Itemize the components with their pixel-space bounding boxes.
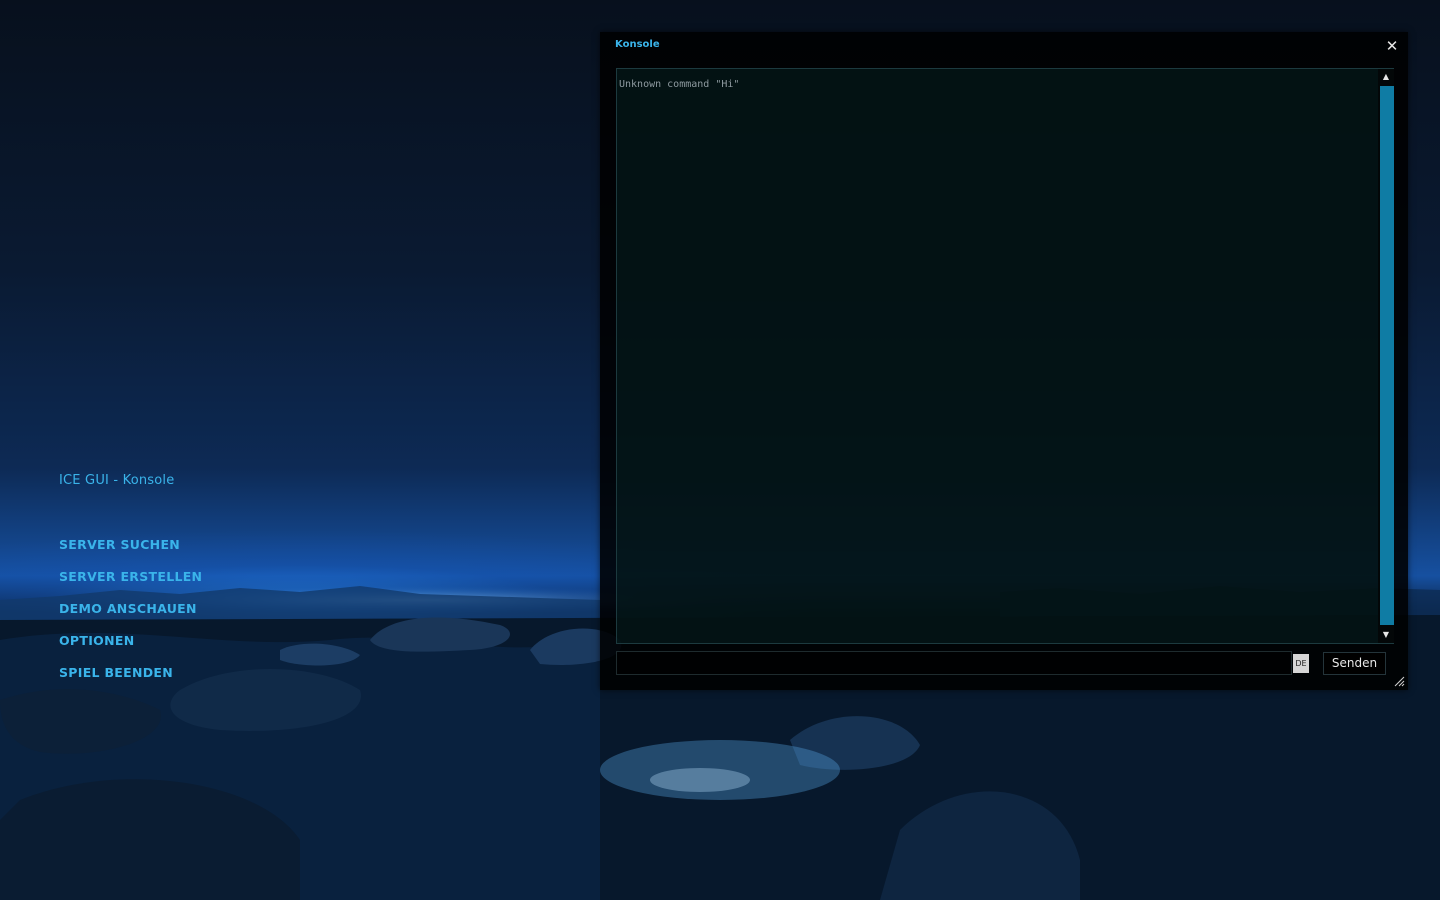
console-window: Konsole ✕ Unknown command "Hi" ▲ ▼ DE Se… <box>600 32 1408 690</box>
send-button[interactable]: Senden <box>1323 652 1386 675</box>
main-menu: SERVER SUCHEN SERVER ERSTELLEN DEMO ANSC… <box>59 537 202 697</box>
scrollbar-thumb[interactable] <box>1380 86 1394 625</box>
language-badge: DE <box>1293 654 1309 673</box>
menu-item-server-erstellen[interactable]: SERVER ERSTELLEN <box>59 569 202 601</box>
scroll-down-arrow-icon[interactable]: ▼ <box>1378 627 1394 643</box>
resize-grip-icon[interactable] <box>1394 676 1405 687</box>
menu-item-spiel-beenden[interactable]: SPIEL BEENDEN <box>59 665 202 697</box>
console-command-input[interactable] <box>616 651 1292 675</box>
menu-item-optionen[interactable]: OPTIONEN <box>59 633 202 665</box>
console-output-line: Unknown command "Hi" <box>619 79 740 90</box>
console-scrollbar[interactable]: ▲ ▼ <box>1378 69 1394 643</box>
scroll-up-arrow-icon[interactable]: ▲ <box>1378 69 1394 85</box>
menu-item-server-suchen[interactable]: SERVER SUCHEN <box>59 537 202 569</box>
console-title: Konsole <box>615 39 660 50</box>
menu-item-demo-anschauen[interactable]: DEMO ANSCHAUEN <box>59 601 202 633</box>
game-menu-screen: ICE GUI - Konsole SERVER SUCHEN SERVER E… <box>0 0 1440 900</box>
close-icon[interactable]: ✕ <box>1384 38 1400 54</box>
console-output: Unknown command "Hi" ▲ ▼ <box>616 68 1394 644</box>
menu-title: ICE GUI - Konsole <box>59 473 175 488</box>
